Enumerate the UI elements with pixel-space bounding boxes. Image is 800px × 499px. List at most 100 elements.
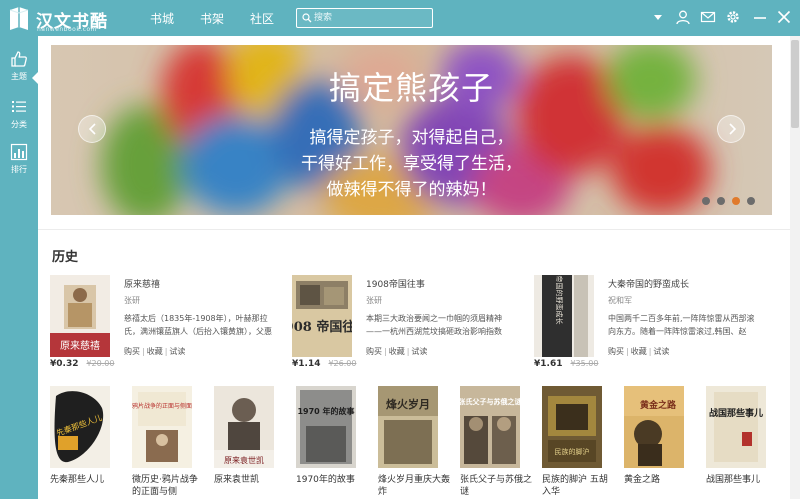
search-input[interactable]	[314, 10, 428, 26]
carousel-dot-4[interactable]	[747, 197, 755, 205]
buy-link[interactable]: 购买	[608, 347, 624, 356]
shelf-book[interactable]: 黄金之路 黄金之路	[624, 386, 688, 496]
book-cover: 烽火岁月	[378, 386, 438, 468]
nav-bookshelf[interactable]: 书架	[200, 10, 224, 27]
shelf-book[interactable]: 先秦那些人儿 先秦那些人儿	[50, 386, 114, 496]
cover-text: 鸦片战争的正面与侧面	[132, 402, 192, 410]
history-item: 原来慈禧 原来慈禧 张研 慈禧太后（1835年-1908年），叶赫那拉氏，满洲镶…	[50, 275, 280, 375]
shelf-book[interactable]: 民族的脚沪 民族的脚沪 五胡入华	[542, 386, 608, 497]
book-cover: 先秦那些人儿	[50, 386, 110, 468]
book-cover: 原来袁世凯	[214, 386, 274, 468]
cover-text: 张氏父子与苏俄之谜	[460, 397, 520, 406]
buy-link[interactable]: 购买	[366, 347, 382, 356]
banner-line-2: 干得好工作，享受得了生活，	[301, 154, 522, 174]
book-cover[interactable]: 原来慈禧	[50, 275, 110, 357]
sidebar-item-ranking[interactable]: 排行	[0, 139, 38, 179]
cover-text: 原来慈禧	[60, 339, 100, 352]
sidebar-item-theme[interactable]: 主题	[0, 46, 38, 86]
history-actions: 购买 | 收藏 | 试读	[124, 347, 186, 356]
mail-icon[interactable]	[700, 9, 716, 25]
carousel-next-button[interactable]	[717, 115, 745, 143]
cover-text: 大秦帝国的野蛮成长	[555, 275, 564, 325]
current-price: ¥1.61	[534, 359, 563, 369]
close-icon[interactable]	[776, 9, 792, 25]
book-title: 黄金之路	[624, 475, 661, 485]
book-cover: 1970 年的故事	[296, 386, 356, 468]
current-price: ¥1.14	[292, 359, 321, 369]
sidebar-label-ranking: 排行	[11, 165, 27, 174]
shelf-book[interactable]: 鸦片战争的正面与侧面 微历史·鸦片战争的正面与侧	[132, 386, 198, 497]
search-box	[296, 8, 433, 28]
section-divider	[38, 229, 790, 230]
history-book-title[interactable]: 大秦帝国的野蛮成长	[608, 277, 689, 290]
book-cover[interactable]: 1908 帝国往事	[292, 275, 352, 357]
dropdown-icon[interactable]	[650, 9, 666, 25]
sidebar-label-category: 分类	[11, 120, 27, 129]
book-title: 先秦那些人儿	[50, 475, 105, 485]
history-item: 大秦帝国的野蛮成长 大秦帝国的野蛮成长 祝和军 中国两千二百多年前,一阵阵惊雷从…	[534, 275, 764, 375]
banner-title: 搞定熊孩子	[328, 69, 494, 107]
book-title: 战国那些事儿	[706, 475, 761, 485]
book-title: 张氏父子与苏俄之谜	[460, 475, 533, 497]
trial-read-link[interactable]: 试读	[653, 347, 669, 356]
carousel-dot-3[interactable]	[732, 197, 740, 205]
scrollbar[interactable]	[790, 36, 800, 499]
chevron-left-icon	[88, 123, 96, 135]
shelf-book[interactable]: 原来袁世凯 原来袁世凯	[214, 386, 278, 496]
book-cover[interactable]: 大秦帝国的野蛮成长	[534, 275, 594, 357]
favorite-link[interactable]: 收藏	[389, 347, 405, 356]
cover-text: 黄金之路	[640, 399, 677, 411]
trial-read-link[interactable]: 试读	[411, 347, 427, 356]
history-book-title[interactable]: 1908帝国往事	[366, 277, 425, 290]
thumbs-up-icon	[11, 51, 27, 67]
book-cover: 鸦片战争的正面与侧面	[132, 386, 192, 468]
shelf-book[interactable]: 战国那些事儿 战国那些事儿	[706, 386, 770, 496]
cover-text: 1908 帝国往事	[292, 319, 352, 335]
shelf-book[interactable]: 张氏父子与苏俄之谜 张氏父子与苏俄之谜	[460, 386, 532, 497]
shelf-book[interactable]: 1970 年的故事 1970年的故事	[296, 386, 360, 496]
sidebar: 主题 分类 排行	[0, 36, 38, 499]
favorite-link[interactable]: 收藏	[631, 347, 647, 356]
history-book-desc: 慈禧太后（1835年-1908年），叶赫那拉氏，满洲镶蓝旗人（后抬入镶黄旗），父…	[124, 314, 272, 336]
nav-community[interactable]: 社区	[250, 10, 274, 27]
carousel-dot-1[interactable]	[702, 197, 710, 205]
original-price: ¥35.00	[570, 359, 599, 368]
book-cover: 黄金之路	[624, 386, 684, 468]
bar-chart-icon	[10, 143, 28, 161]
trial-read-link[interactable]: 试读	[169, 347, 185, 356]
price: ¥1.61 ¥35.00	[534, 359, 598, 369]
scrollbar-thumb[interactable]	[791, 40, 799, 128]
book-cover: 战国那些事儿	[706, 386, 766, 468]
history-actions: 购买 | 收藏 | 试读	[366, 347, 428, 356]
banner-line-1: 搞得定孩子，对得起自己，	[309, 128, 514, 148]
book-cover: 张氏父子与苏俄之谜	[460, 386, 520, 468]
book-title: 民族的脚沪 五胡入华	[542, 475, 608, 497]
price: ¥1.14 ¥26.00	[292, 359, 356, 369]
chevron-right-icon	[729, 123, 737, 135]
history-book-author[interactable]: 张研	[124, 295, 140, 306]
favorite-link[interactable]: 收藏	[147, 347, 163, 356]
history-book-title[interactable]: 原来慈禧	[124, 277, 160, 290]
history-section-title: 历史	[52, 250, 79, 265]
minimize-icon[interactable]	[752, 9, 768, 25]
nav-bookstore[interactable]: 书城	[150, 10, 174, 27]
original-price: ¥20.00	[86, 359, 115, 368]
cover-text: 1970 年的故事	[297, 406, 354, 416]
buy-link[interactable]: 购买	[124, 347, 140, 356]
carousel-prev-button[interactable]	[78, 115, 106, 143]
shelf-book[interactable]: 烽火岁月 烽火岁月重庆大轰炸	[378, 386, 450, 497]
user-icon[interactable]	[675, 9, 691, 25]
book-logo-icon	[9, 7, 29, 30]
book-title: 1970年的故事	[296, 475, 355, 485]
history-book-author[interactable]: 祝和军	[608, 295, 632, 306]
banner-carousel[interactable]: 搞定熊孩子 搞得定孩子，对得起自己， 干得好工作，享受得了生活， 做辣得不得了的…	[51, 45, 772, 215]
gear-icon[interactable]	[725, 9, 741, 25]
cover-text: 原来袁世凯	[224, 455, 264, 465]
app-logo[interactable]: 汉文书酷 hanwenbook.com	[8, 4, 148, 34]
history-book-author[interactable]: 张研	[366, 295, 382, 306]
carousel-dot-2[interactable]	[717, 197, 725, 205]
cover-text: 战国那些事儿	[709, 407, 763, 419]
banner-line-3: 做辣得不得了的辣妈！	[326, 180, 497, 200]
sidebar-item-category[interactable]: 分类	[0, 94, 38, 134]
title-bar: 汉文书酷 hanwenbook.com 书城 书架 社区	[0, 0, 800, 36]
